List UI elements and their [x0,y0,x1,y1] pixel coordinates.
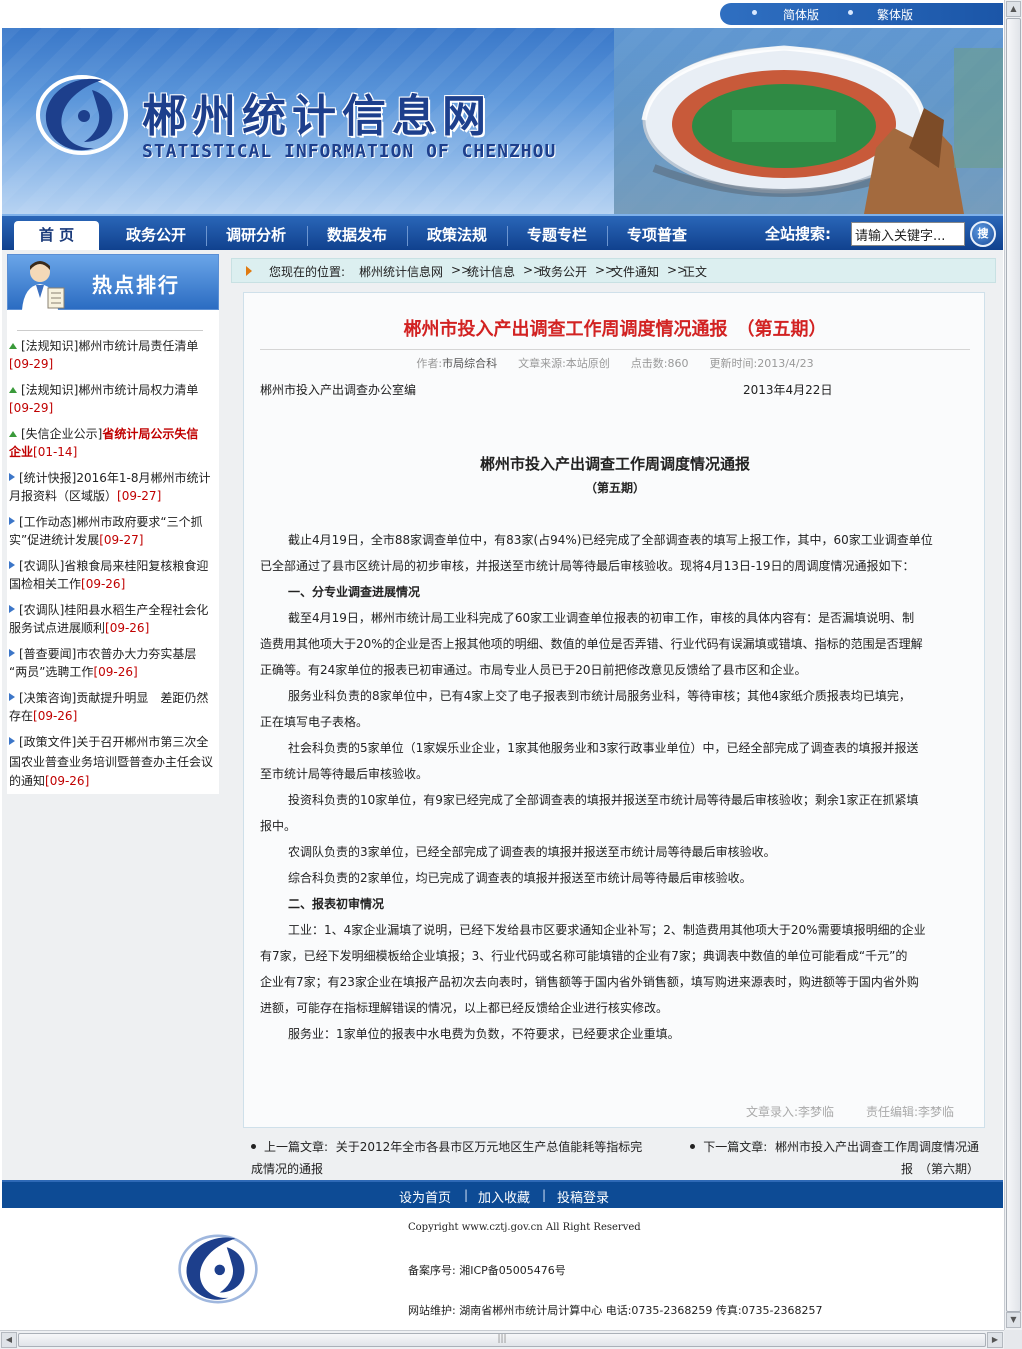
browser-window: 简体版 繁体版 郴州统计信息网 STATISTICAL INFORMATION … [0,0,1022,1349]
language-bar-bg [720,3,1003,25]
list-item[interactable]: [普查要闻]市农普办大力夯实基层 “两员”选聘工作[09-26] [9,645,217,681]
prev-next-links: 上一篇文章: 关于2012年全市各县市区万元地区生产总值能耗等指标完 成情况的通报… [243,1132,985,1180]
arrow-right-icon [9,561,15,569]
hot-ranking-title: 热点排行 [92,273,180,297]
bullet-icon [690,1144,696,1149]
traditional-link[interactable]: 繁体版 [877,6,913,23]
search-label: 全站搜索: [765,225,831,243]
arrow-up-icon [9,387,17,393]
bullet-icon [752,10,757,15]
arrow-up-icon [9,431,17,437]
stadium-image [614,28,1003,214]
simplified-link[interactable]: 简体版 [783,6,819,23]
bullet-icon [251,1144,256,1149]
next-article-link[interactable]: 下一篇文章: 郴州市投入产出调查工作周调度情况通报 （第六期） [679,1136,979,1180]
hot-ranking-panel: 热点排行 [法规知识]郴州市统计局责任清单 [09-29] [法规知识]郴州市统计… [7,254,219,794]
bullet-icon [848,10,853,15]
list-item[interactable]: [决策咨询]贡献提升明显 差距仍然 存在[09-26] [9,689,217,725]
list-item[interactable]: [工作动态]郴州市政府要求“三个抓 实”促进统计发展[09-27] [9,513,217,549]
site-logo-icon [36,75,128,155]
horizontal-scrollbar[interactable]: ◀ ||| ▶ [0,1330,1004,1349]
nav-tab-home[interactable]: 首 页 [14,221,99,252]
breadcrumb-gov-affairs[interactable]: 政务公开 [539,263,587,280]
article-title: 郴州市投入产出调查工作周调度情况通报 （第五期） [403,319,827,340]
hot-ranking-header: 热点排行 [7,254,219,310]
submit-login-link[interactable]: 投稿登录 [557,1187,609,1206]
maintenance-info: 网站维护: 湖南省郴州市统计局计算中心 电话:0735-2368259 传真:0… [408,1304,823,1317]
nav-tab-data-release[interactable]: 数据发布 [307,221,407,252]
doc-issue: （第五期） [584,481,645,495]
page: 简体版 繁体版 郴州统计信息网 STATISTICAL INFORMATION … [2,0,1003,1330]
breadcrumb-home[interactable]: 郴州统计信息网 [359,263,443,280]
vertical-scrollbar[interactable]: ▲ ▼ [1004,0,1022,1330]
breadcrumb: 您现在的位置: 郴州统计信息网 >> 统计信息 >> 政务公开 >> 文件通知 … [231,258,996,283]
arrow-right-icon [9,693,15,701]
copyright: Copyright www.cztj.gov.cn All Right Rese… [408,1222,641,1233]
list-item[interactable]: [法规知识]郴州市统计局责任清单 [09-29] [9,337,217,373]
site-logo-icon [178,1234,258,1304]
arrow-right-icon [246,266,252,276]
list-item[interactable]: [失信企业公示]省统计局公示失信 企业[01-14] [9,425,217,461]
scroll-thumb[interactable]: ||| [18,1333,986,1347]
scroll-right-icon[interactable]: ▶ [987,1332,1003,1348]
arrow-right-icon [9,517,15,525]
person-icon [22,261,65,310]
arrow-right-icon [9,605,15,613]
footer-links: 设为首页 | 加入收藏 | 投稿登录 [2,1180,1003,1208]
article-panel: 郴州市投入产出调查工作周调度情况通报 （第五期） 作者:市局综合科 文章来源:本… [243,292,985,1128]
content-area: 热点排行 [法规知识]郴州市统计局责任清单 [09-29] [法规知识]郴州市统计… [2,250,1003,1180]
scroll-down-icon[interactable]: ▼ [1006,1312,1021,1328]
main-nav: 首 页 政务公开 调研分析 数据发布 政策法规 专题专栏 专项普查 全站搜索: … [2,214,1003,252]
list-item[interactable]: [农调队]桂阳县水稻生产全程社会化 服务试点进展顺利[09-26] [9,601,217,637]
scroll-left-icon[interactable]: ◀ [1,1332,17,1348]
breadcrumb-stats-info[interactable]: 统计信息 [467,263,515,280]
arrow-right-icon [9,649,15,657]
arrow-right-icon [9,473,15,481]
icp-number: 备案序号: 湘ICP备05005476号 [408,1264,566,1277]
nav-tab-topics[interactable]: 专题专栏 [507,221,607,252]
breadcrumb-prefix: 您现在的位置: [269,265,346,279]
site-title: 郴州统计信息网 [142,91,492,142]
prev-article-link[interactable]: 上一篇文章: 关于2012年全市各县市区万元地区生产总值能耗等指标完 成情况的通报 [251,1136,651,1180]
section-heading: 一、分专业调查进展情况 [288,585,421,599]
list-item[interactable]: [统计快报]2016年1-8月郴州市统计 月报资料（区域版）[09-27] [9,469,217,505]
scroll-up-icon[interactable]: ▲ [1006,1,1021,17]
search-input[interactable] [851,222,965,246]
arrow-right-icon [9,737,15,745]
article-meta: 作者:市局综合科 文章来源:本站原创 点击数:860 更新时间:2013/4/2… [416,357,814,370]
arrow-up-icon [9,343,17,349]
article-issue-date: 2013年4月22日 [743,383,833,397]
site-banner: 郴州统计信息网 STATISTICAL INFORMATION OF CHENZ… [2,28,1003,214]
nav-tab-census[interactable]: 专项普查 [607,221,707,252]
set-homepage-link[interactable]: 设为首页 [399,1187,451,1206]
nav-tab-policy[interactable]: 政策法规 [407,221,507,252]
scroll-thumb[interactable] [1006,18,1021,1312]
list-item[interactable]: [农调队]省粮食局来桂阳复核粮食迎 国检相关工作[09-26] [9,557,217,593]
doc-title: 郴州市投入产出调查工作周调度情况通报 [479,455,750,473]
site-subtitle: STATISTICAL INFORMATION OF CHENZHOU [142,141,557,162]
list-item[interactable]: [法规知识]郴州市统计局权力清单 [09-29] [9,381,217,417]
list-item[interactable]: [政策文件]关于召开郴州市第三次全 国农业普查业务培训暨普查办主任会议 的通知[09… [9,733,217,792]
nav-tab-research[interactable]: 调研分析 [206,221,306,252]
breadcrumb-notices[interactable]: 文件通知 [611,263,659,280]
search-button[interactable]: 搜 [970,221,996,247]
nav-tab-gov-affairs[interactable]: 政务公开 [106,221,206,252]
divider [260,349,970,350]
section-heading: 二、报表初审情况 [288,897,385,911]
language-bar: 简体版 繁体版 [2,0,1003,28]
editor: 责任编辑:李梦临 [866,1105,955,1119]
entry-by: 文章录入:李梦临 [746,1105,835,1119]
breadcrumb-current: 正文 [683,265,708,279]
footer: Copyright www.cztj.gov.cn All Right Rese… [2,1208,1003,1330]
add-favorite-link[interactable]: 加入收藏 [478,1187,530,1206]
